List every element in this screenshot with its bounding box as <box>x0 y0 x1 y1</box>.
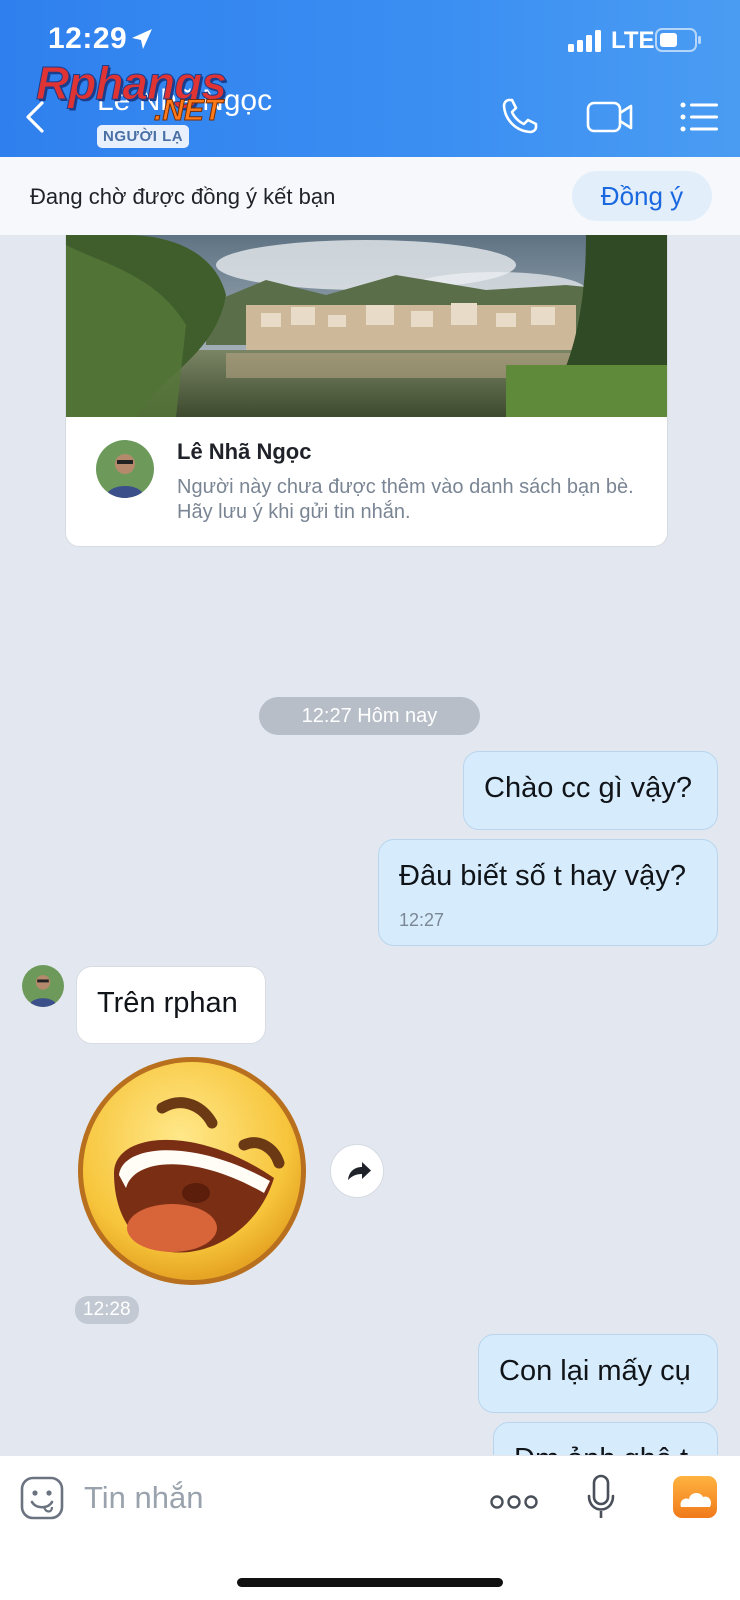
profile-card[interactable]: Lê Nhã Ngọc Người này chưa được thêm vào… <box>65 235 668 547</box>
emoji-icon[interactable] <box>20 1476 64 1525</box>
laughing-face-sticker[interactable] <box>74 1053 314 1294</box>
message-text: Chào cc gì vậy? <box>484 772 692 804</box>
sender-avatar[interactable] <box>22 965 64 1007</box>
signal-icon <box>568 30 604 57</box>
battery-icon <box>655 28 703 57</box>
date-separator: 12:27 Hôm nay <box>259 697 480 735</box>
message-text: Con lại mấy cụ <box>499 1355 691 1387</box>
message-bubble[interactable]: Con lại mấy cụ <box>478 1334 718 1413</box>
message-time: 12:28 <box>75 1296 139 1324</box>
message-input[interactable] <box>84 1473 464 1523</box>
message-bubble[interactable]: Trên rphan <box>76 966 266 1044</box>
share-icon[interactable] <box>330 1144 384 1198</box>
profile-warning: Người này chưa được thêm vào danh sách b… <box>177 476 634 523</box>
friend-request-text: Đang chờ được đồng ý kết bạn <box>30 184 336 209</box>
mic-icon[interactable] <box>586 1474 616 1525</box>
message-time: 12:27 <box>399 910 445 930</box>
status-time: 12:29 <box>48 22 128 55</box>
accept-friend-button[interactable]: Đồng ý <box>572 171 712 221</box>
message-text: Đâu biết số t hay vậy? <box>399 860 686 892</box>
home-indicator[interactable] <box>237 1578 503 1587</box>
message-bubble[interactable]: Đâu biết số t hay vậy? 12:27 <box>378 839 718 946</box>
chat-header: 12:29 LTE Lê Nhã Ngọc NGƯỜI LẠ Rphangs .… <box>0 0 740 157</box>
location-arrow-icon <box>130 27 154 56</box>
profile-avatar[interactable] <box>96 440 154 498</box>
profile-name: Lê Nhã Ngọc <box>177 439 312 464</box>
more-icon[interactable] <box>490 1494 538 1515</box>
phone-icon[interactable] <box>500 96 540 141</box>
menu-icon[interactable] <box>680 101 720 138</box>
watermark-suffix: .NET <box>153 94 223 128</box>
message-bubble[interactable]: Chào cc gì vậy? <box>463 751 718 830</box>
cover-photo <box>66 235 667 417</box>
friend-request-bar: Đang chờ được đồng ý kết bạn Đồng ý <box>0 157 740 235</box>
network-label: LTE <box>611 27 655 54</box>
message-text: Trên rphan <box>97 987 238 1019</box>
watermark-logo: Rphangs .NET <box>36 56 228 128</box>
photo-icon[interactable] <box>672 1475 718 1524</box>
video-icon[interactable] <box>586 100 634 139</box>
stranger-badge: NGƯỜI LẠ <box>97 125 190 148</box>
